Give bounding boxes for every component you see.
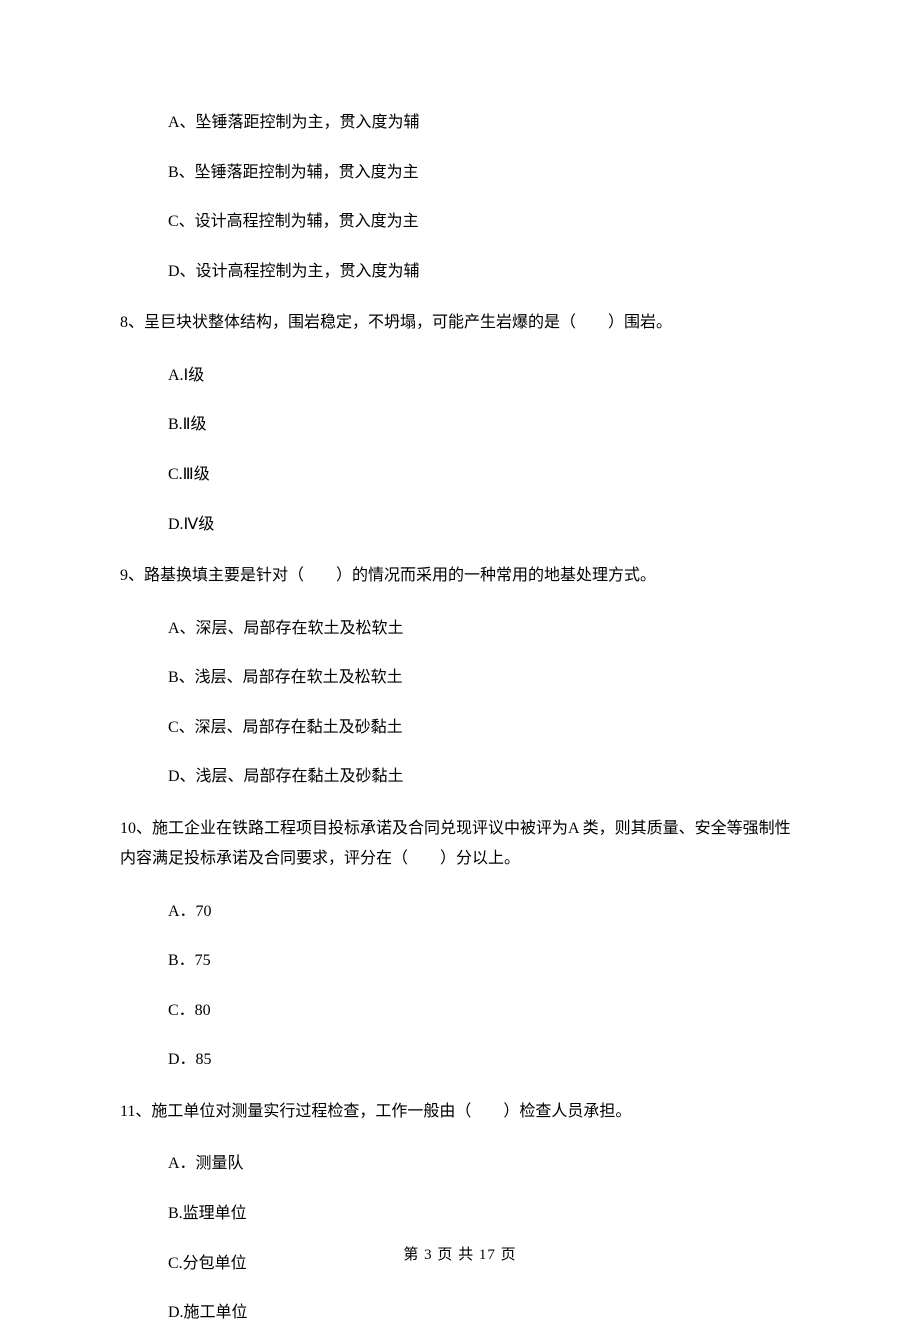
q7-option-a: A、坠锤落距控制为主，贯入度为辅 bbox=[120, 110, 800, 136]
q8-text: 8、呈巨块状整体结构，围岩稳定，不坍塌，可能产生岩爆的是（ ）围岩。 bbox=[120, 308, 800, 338]
q11-text: 11、施工单位对测量实行过程检查，工作一般由（ ）检查人员承担。 bbox=[120, 1097, 800, 1127]
page-content: A、坠锤落距控制为主，贯入度为辅 B、坠锤落距控制为辅，贯入度为主 C、设计高程… bbox=[0, 0, 920, 1326]
q10-option-c: C．80 bbox=[120, 998, 800, 1024]
q9-option-d: D、浅层、局部存在黏土及砂黏土 bbox=[120, 764, 800, 790]
q10-text: 10、施工企业在铁路工程项目投标承诺及合同兑现评议中被评为A 类，则其质量、安全… bbox=[120, 814, 800, 875]
page-footer: 第 3 页 共 17 页 bbox=[0, 1243, 920, 1264]
q11-option-d: D.施工单位 bbox=[120, 1300, 800, 1326]
q10-option-b: B．75 bbox=[120, 948, 800, 974]
q11-option-a: A．测量队 bbox=[120, 1151, 800, 1177]
q9-option-b: B、浅层、局部存在软土及松软土 bbox=[120, 665, 800, 691]
q8-option-a: A.Ⅰ级 bbox=[120, 363, 800, 389]
q9-option-a: A、深层、局部存在软土及松软土 bbox=[120, 616, 800, 642]
q10-option-d: D．85 bbox=[120, 1047, 800, 1073]
q8-option-b: B.Ⅱ级 bbox=[120, 412, 800, 438]
q9-option-c: C、深层、局部存在黏土及砂黏土 bbox=[120, 715, 800, 741]
q7-option-b: B、坠锤落距控制为辅，贯入度为主 bbox=[120, 160, 800, 186]
q9-text: 9、路基换填主要是针对（ ）的情况而采用的一种常用的地基处理方式。 bbox=[120, 561, 800, 591]
q11-option-b: B.监理单位 bbox=[120, 1201, 800, 1227]
q8-option-c: C.Ⅲ级 bbox=[120, 462, 800, 488]
q7-option-d: D、设计高程控制为主，贯入度为辅 bbox=[120, 259, 800, 285]
q10-option-a: A．70 bbox=[120, 899, 800, 925]
q8-option-d: D.Ⅳ级 bbox=[120, 512, 800, 538]
q7-option-c: C、设计高程控制为辅，贯入度为主 bbox=[120, 209, 800, 235]
